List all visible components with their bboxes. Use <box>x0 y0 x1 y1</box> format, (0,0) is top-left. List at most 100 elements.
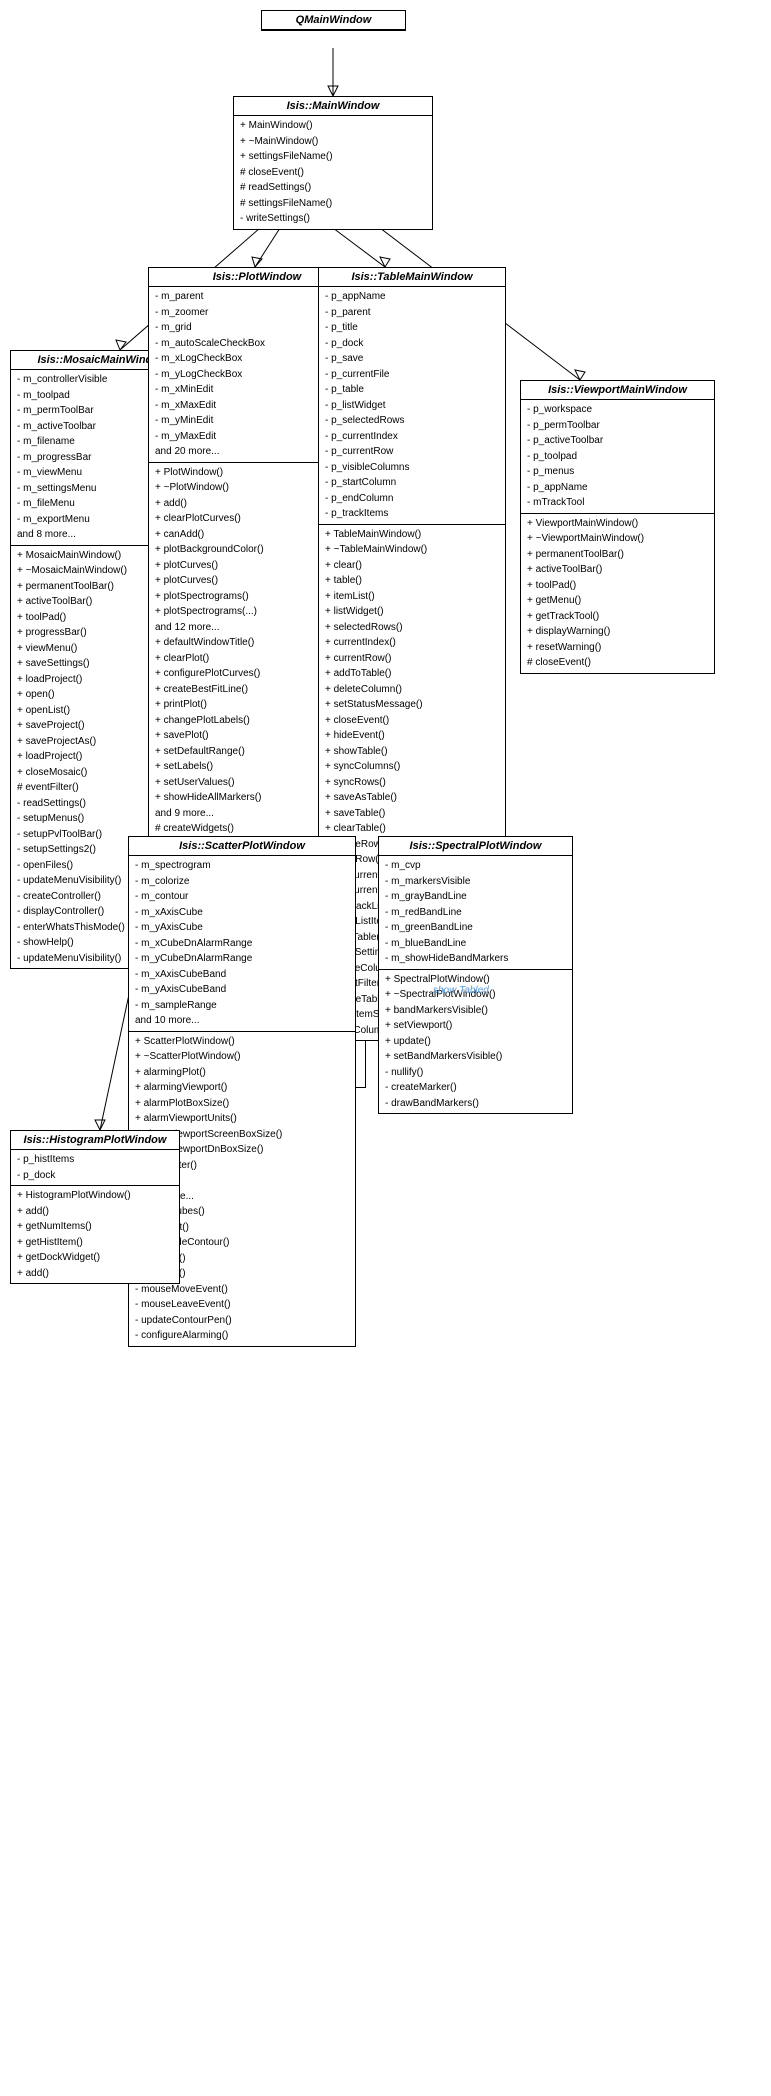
item: - p_listWidget <box>323 398 501 414</box>
section: - m_spectrogram - m_colorize - m_contour… <box>129 856 355 1032</box>
item: - p_parent <box>323 305 501 321</box>
item: - configureAlarming() <box>133 1328 351 1344</box>
item: - p_permToolbar <box>525 418 710 434</box>
item: - p_trackItems <box>323 506 501 522</box>
item: + table() <box>323 573 501 589</box>
item: - createMarker() <box>383 1080 568 1096</box>
isis-histogramplotwindow-box: Isis::HistogramPlotWindow - p_histItems … <box>10 1130 180 1284</box>
item: + deleteColumn() <box>323 682 501 698</box>
item: - p_dock <box>15 1168 175 1184</box>
item: + clear() <box>323 558 501 574</box>
item: + addToTable() <box>323 666 501 682</box>
isis-scatterplotwindow-title: Isis::ScatterPlotWindow <box>129 837 355 856</box>
item: - p_menus <box>525 464 710 480</box>
isis-viewportmainwindow-title: Isis::ViewportMainWindow <box>521 381 714 400</box>
item: - nullify() <box>383 1065 568 1081</box>
item: + MainWindow() <box>238 118 428 134</box>
item: + ~MainWindow() <box>238 134 428 150</box>
item: - mTrackTool <box>525 495 710 511</box>
item: - p_workspace <box>525 402 710 418</box>
item: + setViewport() <box>383 1018 568 1034</box>
show-tabled-label: show Tabled <box>433 985 489 996</box>
item: - m_xCubeDnAlarmRange <box>133 936 351 952</box>
item: + update() <box>383 1034 568 1050</box>
item: - m_markersVisible <box>383 874 568 890</box>
item: + currentRow() <box>323 651 501 667</box>
item: - m_colorize <box>133 874 351 890</box>
qmainwindow-title: QMainWindow <box>262 11 405 30</box>
item: - m_blueBandLine <box>383 936 568 952</box>
item: + permanentToolBar() <box>525 547 710 563</box>
item: - p_endColumn <box>323 491 501 507</box>
item: + ~ViewportMainWindow() <box>525 531 710 547</box>
item: + getHistItem() <box>15 1235 175 1251</box>
item: + TableMainWindow() <box>323 527 501 543</box>
item: + resetWarning() <box>525 640 710 656</box>
section: - p_appName - p_parent - p_title - p_doc… <box>319 287 505 525</box>
item: - p_appName <box>323 289 501 305</box>
item: + currentIndex() <box>323 635 501 651</box>
item: - m_xAxisCube <box>133 905 351 921</box>
item: + itemList() <box>323 589 501 605</box>
item: + syncColumns() <box>323 759 501 775</box>
item: - writeSettings() <box>238 211 428 227</box>
item: # settingsFileName() <box>238 196 428 212</box>
item: - p_histItems <box>15 1152 175 1168</box>
item: + add() <box>15 1204 175 1220</box>
item: + ~ScatterPlotWindow() <box>133 1049 351 1065</box>
item: + saveAsTable() <box>323 790 501 806</box>
item: - p_title <box>323 320 501 336</box>
item: + alarmViewportUnits() <box>133 1111 351 1127</box>
item: + listWidget() <box>323 604 501 620</box>
item: - p_currentRow <box>323 444 501 460</box>
item: - m_redBandLine <box>383 905 568 921</box>
item: - p_dock <box>323 336 501 352</box>
item: + closeEvent() <box>323 713 501 729</box>
item: + getMenu() <box>525 593 710 609</box>
item: - p_selectedRows <box>323 413 501 429</box>
item: # readSettings() <box>238 180 428 196</box>
item: + syncRows() <box>323 775 501 791</box>
item: and 10 more... <box>133 1013 351 1029</box>
item: + selectedRows() <box>323 620 501 636</box>
section: - p_workspace - p_permToolbar - p_active… <box>521 400 714 514</box>
item: + setBandMarkersVisible() <box>383 1049 568 1065</box>
item: + HistogramPlotWindow() <box>15 1188 175 1204</box>
item: - updateContourPen() <box>133 1313 351 1329</box>
item: + showTable() <box>323 744 501 760</box>
section: + HistogramPlotWindow() + add() + getNum… <box>11 1186 179 1283</box>
isis-mainwindow-section: + MainWindow() + ~MainWindow() + setting… <box>234 116 432 229</box>
diagram-container: show Tabled QMainWindow Isis::MainWindow… <box>0 0 771 2096</box>
item: + ScatterPlotWindow() <box>133 1034 351 1050</box>
item: - p_appName <box>525 480 710 496</box>
item: - m_showHideBandMarkers <box>383 951 568 967</box>
item: + clearTable() <box>323 821 501 837</box>
item: + alarmingPlot() <box>133 1065 351 1081</box>
item: + saveTable() <box>323 806 501 822</box>
item: - p_save <box>323 351 501 367</box>
section: - p_histItems - p_dock <box>11 1150 179 1186</box>
item: - p_startColumn <box>323 475 501 491</box>
isis-viewportmainwindow-box: Isis::ViewportMainWindow - p_workspace -… <box>520 380 715 674</box>
item: + bandMarkersVisible() <box>383 1003 568 1019</box>
item: + activeToolBar() <box>525 562 710 578</box>
item: - m_grayBandLine <box>383 889 568 905</box>
item: - m_sampleRange <box>133 998 351 1014</box>
item: - p_table <box>323 382 501 398</box>
isis-histogramplotwindow-title: Isis::HistogramPlotWindow <box>11 1131 179 1150</box>
item: + settingsFileName() <box>238 149 428 165</box>
item: + displayWarning() <box>525 624 710 640</box>
item: - p_toolpad <box>525 449 710 465</box>
item: # closeEvent() <box>238 165 428 181</box>
item: + getDockWidget() <box>15 1250 175 1266</box>
item: - m_spectrogram <box>133 858 351 874</box>
item: - mouseLeaveEvent() <box>133 1297 351 1313</box>
isis-spectralplotwindow-title: Isis::SpectralPlotWindow <box>379 837 572 856</box>
item: - m_yAxisCube <box>133 920 351 936</box>
isis-mainwindow-title: Isis::MainWindow <box>234 97 432 116</box>
item: + toolPad() <box>525 578 710 594</box>
item: + getTrackTool() <box>525 609 710 625</box>
item: + ViewportMainWindow() <box>525 516 710 532</box>
section: - m_cvp - m_markersVisible - m_grayBandL… <box>379 856 572 970</box>
item: - m_greenBandLine <box>383 920 568 936</box>
